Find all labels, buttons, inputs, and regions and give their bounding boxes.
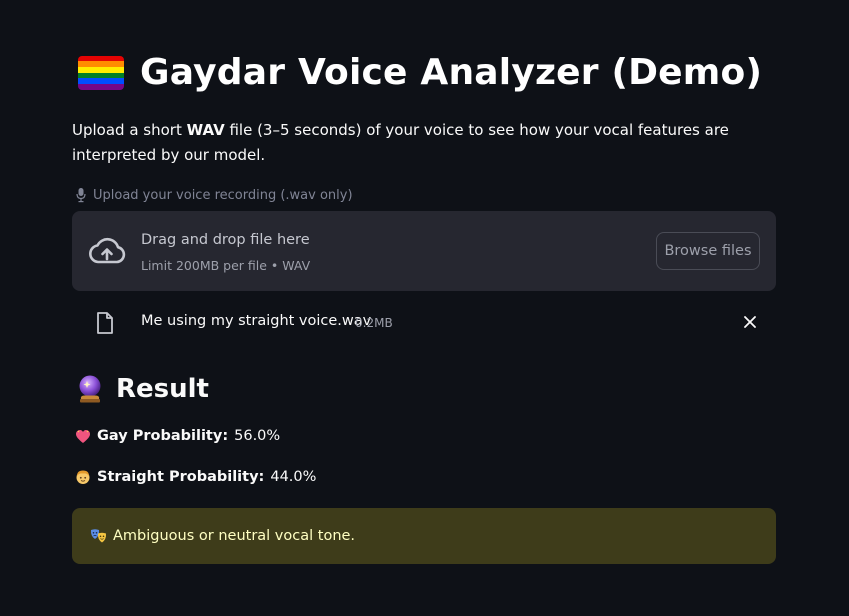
verdict-alert: Ambiguous or neutral vocal tone. [72, 508, 776, 564]
verdict-text: Ambiguous or neutral vocal tone. [113, 528, 356, 544]
uploader-label: Upload your voice recording (.wav only) [75, 187, 353, 203]
browse-files-button[interactable]: Browse files [656, 232, 760, 270]
intro-bold: WAV [186, 121, 225, 139]
person-icon [76, 470, 90, 484]
result-heading: Result [76, 374, 209, 404]
uploaded-file-row: Me using my straight voice.wav 0.2MB [72, 302, 776, 342]
dropzone-instructions: Drag and drop file here [141, 232, 310, 248]
uploader-label-text: Upload your voice recording (.wav only) [93, 187, 353, 203]
crystal-ball-icon [79, 375, 101, 403]
gay-probability-label: Gay Probability: [97, 428, 229, 444]
gay-probability-line: Gay Probability: 56.0% [75, 428, 280, 444]
theater-masks-icon [90, 529, 107, 543]
dropzone-limit: Limit 200MB per file • WAV [141, 258, 311, 273]
uploaded-file-size: 0.2MB [355, 316, 393, 330]
gay-probability-value: 56.0% [234, 428, 281, 444]
microphone-icon [76, 188, 86, 203]
page-title: Gaydar Voice Analyzer (Demo) [140, 52, 763, 93]
intro-before: Upload a short [72, 121, 187, 139]
file-dropzone[interactable]: Drag and drop file here Limit 200MB per … [72, 211, 776, 291]
heart-icon [76, 429, 90, 443]
page-title-row: Gaydar Voice Analyzer (Demo) [78, 52, 762, 93]
file-icon [97, 312, 113, 334]
uploaded-file-name: Me using my straight voice.wav [141, 313, 372, 329]
intro-text: Upload a short WAV file (3–5 seconds) of… [72, 118, 776, 168]
straight-probability-label: Straight Probability: [97, 469, 265, 485]
straight-probability-line: Straight Probability: 44.0% [75, 469, 316, 485]
straight-probability-value: 44.0% [270, 469, 317, 485]
result-heading-text: Result [116, 374, 209, 404]
rainbow-flag-icon [78, 55, 124, 90]
close-icon[interactable] [744, 316, 756, 328]
cloud-upload-icon [89, 237, 126, 264]
